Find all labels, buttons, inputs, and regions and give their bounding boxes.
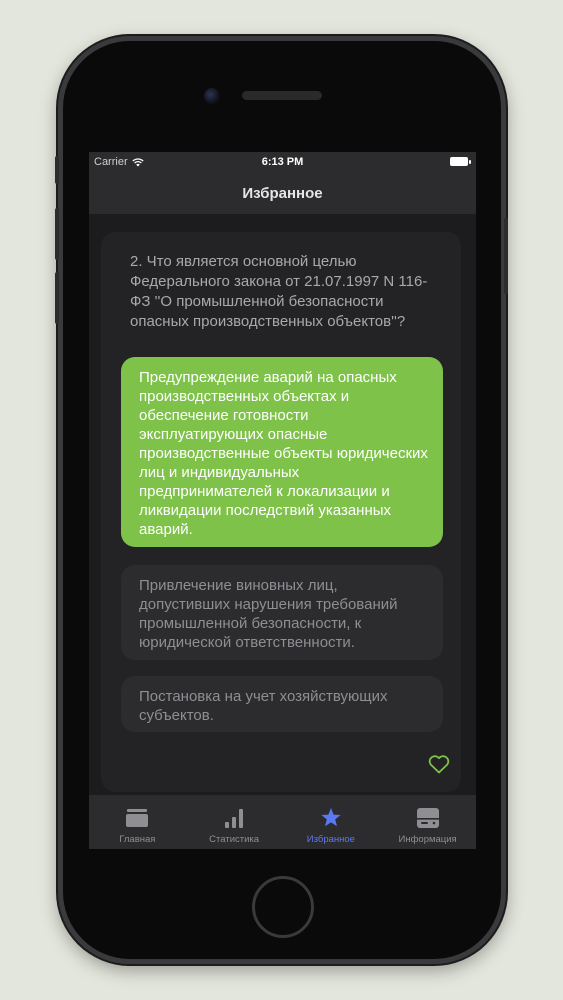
tab-favorites[interactable]: Избранное [283,795,379,849]
tab-label: Избранное [306,834,355,845]
battery-icon [450,157,471,166]
status-time: 6:13 PM [261,156,304,168]
card-icon [126,809,149,827]
question-card: 2. Что является основной целью Федеральн… [101,232,461,792]
power-button [504,218,508,294]
tab-information[interactable]: Информация [380,795,476,849]
tab-label: Статистика [209,834,260,845]
answer-option[interactable]: Привлечение виновных лиц, допустивших на… [121,565,443,660]
star-icon [321,808,341,827]
favorites-content: 2. Что является основной целью Федеральн… [89,214,476,795]
answer-option[interactable]: Постановка на учет хозяйствующих субъект… [121,676,443,732]
bar-chart-icon [225,809,244,828]
app-screen: Carrier 6:13 PM Избранное 2. Что являетс… [89,152,476,849]
tab-label: Информация [398,834,457,845]
status-bar: Carrier 6:13 PM [89,152,476,172]
home-button[interactable] [252,876,314,938]
answer-option-correct[interactable]: Предупреждение аварий на опасных произво… [121,357,443,547]
tab-statistics[interactable]: Статистика [186,795,282,849]
volume-down-button [55,272,59,324]
question-text: 2. Что является основной целью Федеральн… [130,253,428,330]
tab-label: Главная [119,834,156,845]
earpiece-speaker [242,91,322,100]
tab-home[interactable]: Главная [89,795,185,849]
tab-bar: Главная Статистика Избранное Информация [89,795,476,849]
page-title: Избранное [242,184,323,202]
front-camera [204,88,220,104]
info-box-icon [416,808,439,828]
mute-switch [55,156,59,184]
volume-up-button [55,208,59,260]
heart-outline-icon[interactable] [427,752,451,776]
navigation-bar: Избранное [89,172,476,214]
